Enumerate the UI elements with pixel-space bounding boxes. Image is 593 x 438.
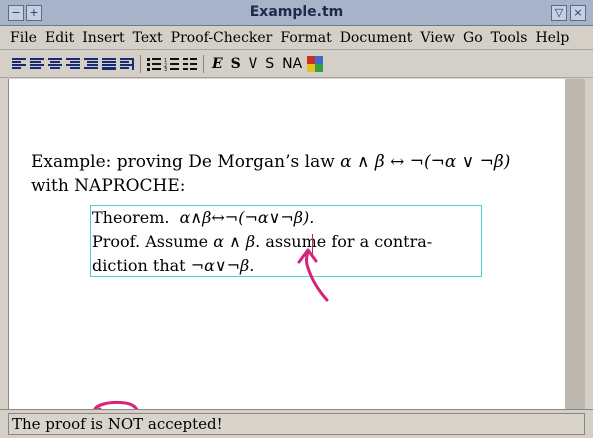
theorem-proof-block[interactable]: Theorem. α∧β↔¬(¬α∨¬β). Proof. Assume α ∧… [90,205,482,277]
proof-period: . [249,256,255,275]
menu-insert[interactable]: Insert [82,30,124,46]
window-edge [585,79,593,409]
align-block-icon[interactable] [118,55,136,73]
menu-proof-checker[interactable]: Proof-Checker [171,30,273,46]
menu-format[interactable]: Format [280,30,331,46]
menu-document[interactable]: Document [340,30,413,46]
svg-text:3: 3 [164,67,167,71]
align-left-icon[interactable] [10,55,28,73]
close-icon[interactable]: × [570,5,586,21]
intro-paragraph: Example: proving De Morgan’s law α ∧ β ↔… [31,150,551,198]
menu-go[interactable]: Go [463,30,483,46]
bullet-list-icon[interactable] [145,55,163,73]
intro-line-1: Example: proving De Morgan’s law α ∧ β ↔… [31,150,551,174]
color-palette-icon[interactable] [306,55,324,73]
intro-formula: α ∧ β ↔ ¬(¬α ∨ ¬β) [340,152,511,172]
toolbar-separator [203,55,204,73]
collapse-icon[interactable]: ▽ [551,5,567,21]
menu-file[interactable]: File [10,30,37,46]
proof-label: Proof. Assume [92,232,214,251]
proof-assumption: α ∧ β [213,232,256,251]
text-cursor [312,234,313,256]
proof-contradiction-formula: ¬α∨¬β [190,256,250,275]
outdent-icon[interactable] [100,55,118,73]
theorem-label: Theorem. [92,208,170,227]
numbered-list-icon[interactable]: 123 [163,55,181,73]
vertical-scrollbar[interactable] [565,79,585,409]
status-bar: The proof is NOT accepted! [0,409,593,438]
menu-bar: File Edit Insert Text Proof-Checker Form… [0,26,593,50]
proof-line-1: Proof. Assume α ∧ β. assume for a contra… [92,230,481,254]
toolbar-separator [140,55,141,73]
toolbar: 123 E S V S NA [0,51,593,78]
proof-text: . assume for a contra- [255,232,433,251]
window-title: Example.tm [249,4,344,20]
name-button[interactable]: NA [278,55,306,73]
theorem-line: Theorem. α∧β↔¬(¬α∨¬β). [92,206,481,230]
proof-line-2: diction that ¬α∨¬β. [92,254,481,278]
description-list-icon[interactable] [181,55,199,73]
theorem-formula: α∧β↔¬(¬α∨¬β). [179,208,315,227]
indent-icon[interactable] [82,55,100,73]
emphasis-button[interactable]: E [208,55,227,73]
title-bar: − + Example.tm ▽ × [0,0,593,26]
align-right-icon[interactable] [64,55,82,73]
intro-text: Example: proving De Morgan’s law [31,152,341,172]
menu-text[interactable]: Text [133,30,163,46]
menu-edit[interactable]: Edit [45,30,74,46]
verbatim-button[interactable]: V [245,55,261,73]
menu-tools[interactable]: Tools [491,30,528,46]
sans-serif-button[interactable]: S [261,55,278,73]
status-message: The proof is NOT accepted! [8,413,585,435]
strong-button[interactable]: S [227,55,245,73]
intro-line-2: with NAPROCHE: [31,176,186,196]
proof-text-2: diction that [92,256,191,275]
align-center-icon[interactable] [28,55,46,73]
align-justify-icon[interactable] [46,55,64,73]
menu-help[interactable]: Help [535,30,569,46]
menu-view[interactable]: View [420,30,455,46]
